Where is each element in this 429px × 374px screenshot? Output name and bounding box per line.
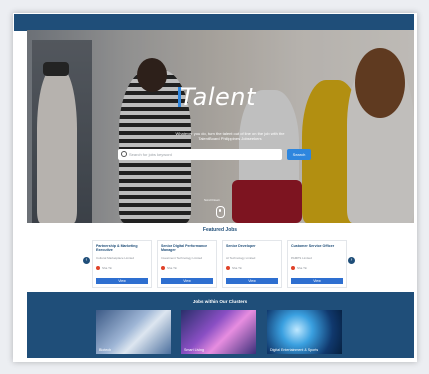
job-card[interactable]: Senior Developer AI Technology Limited S… [222, 240, 282, 288]
job-location: Sha Tin [167, 266, 178, 270]
search-placeholder: Search for jobs keyword [129, 152, 172, 157]
job-location: Sha Tin [232, 266, 243, 270]
search-icon [121, 151, 127, 157]
view-job-button[interactable]: View [291, 278, 343, 284]
cluster-tile-smart-living[interactable]: Smart Living [181, 310, 256, 354]
job-location: Sha Tin [102, 266, 113, 270]
talent-logo: Talent [178, 83, 270, 111]
featured-jobs-title: Featured Jobs [202, 227, 238, 233]
hero-banner [27, 30, 414, 223]
location-pin-icon [226, 266, 230, 270]
job-company: Cultural Marketplace Limited [96, 256, 135, 260]
search-button[interactable]: Search [287, 149, 311, 160]
cluster-label: Digital Entertainment & Sports [270, 348, 319, 352]
clusters-title: Jobs within Our Clusters [192, 299, 248, 304]
logo-text: Talent [180, 83, 256, 111]
search-input[interactable]: Search for jobs keyword [118, 149, 282, 160]
job-company: PAMPS Limited [291, 256, 312, 260]
scroll-label: Scroll Down [204, 198, 221, 202]
job-location: Sha Tin [297, 266, 308, 270]
logo-accent-bar [178, 87, 181, 107]
hero-overlay [27, 30, 414, 223]
job-title[interactable]: Customer Service Officer [291, 244, 345, 248]
top-navigation-bar [14, 14, 414, 31]
job-company: Investment Technology Limited [161, 256, 203, 260]
carousel-next-button[interactable]: › [348, 257, 355, 264]
view-job-button[interactable]: View [96, 278, 148, 284]
job-card[interactable]: Customer Service Officer PAMPS Limited S… [287, 240, 347, 288]
location-pin-icon [291, 266, 295, 270]
job-title[interactable]: Senior Digital Performance Manager [161, 244, 215, 252]
job-card[interactable]: Partnership & Marketing Executive Cultur… [92, 240, 152, 288]
location-pin-icon [161, 266, 165, 270]
cluster-tile-biotech[interactable]: Biotech [96, 310, 171, 354]
view-job-button[interactable]: View [226, 278, 278, 284]
job-title[interactable]: Partnership & Marketing Executive [96, 244, 150, 252]
job-card[interactable]: Senior Digital Performance Manager Inves… [157, 240, 217, 288]
cluster-label: Biotech [99, 348, 111, 352]
cluster-tile-digital-entertainment[interactable]: Digital Entertainment & Sports [267, 310, 342, 354]
view-job-button[interactable]: View [161, 278, 213, 284]
job-title[interactable]: Senior Developer [226, 244, 280, 248]
carousel-prev-button[interactable]: ‹ [83, 257, 90, 264]
job-company: AI Technology Limited [226, 256, 256, 260]
cluster-label: Smart Living [184, 348, 204, 352]
hero-tagline: Whatever you do, turn the talent out of … [175, 131, 285, 141]
location-pin-icon [96, 266, 100, 270]
scroll-down-icon[interactable] [216, 206, 225, 218]
